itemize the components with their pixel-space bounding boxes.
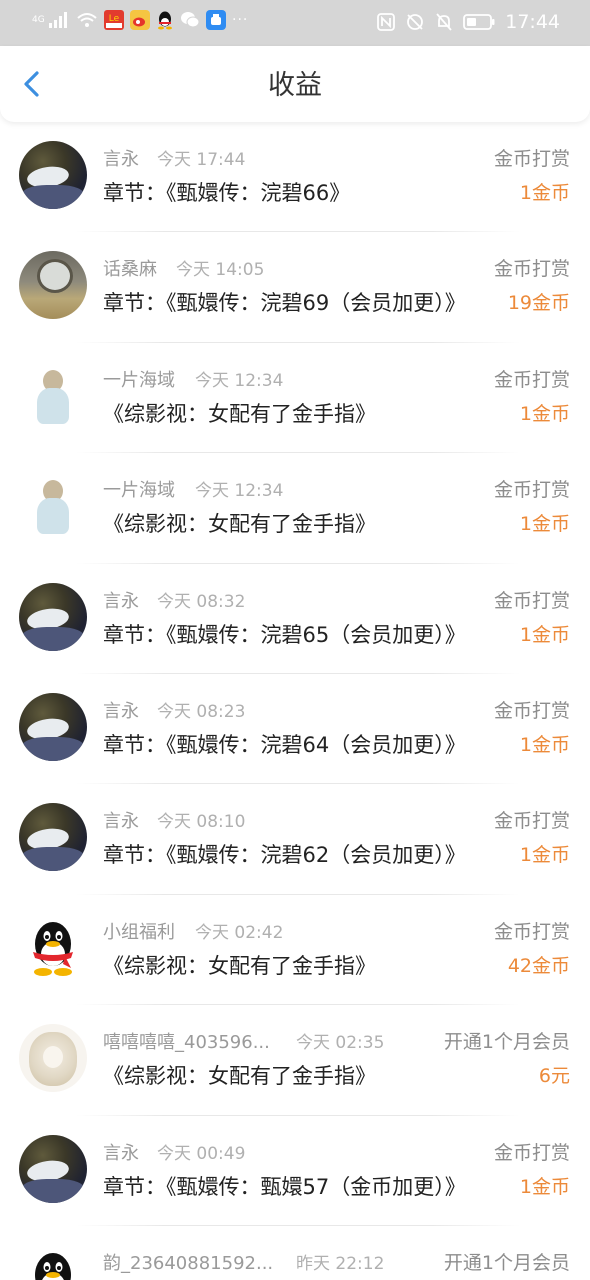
qq-status-icon xyxy=(158,11,172,30)
record-type: 金币打赏 xyxy=(493,479,570,502)
sender-name: 言永 xyxy=(103,1142,139,1164)
record-type: 金币打赏 xyxy=(493,258,570,281)
record-description: 章节：《甄嬛传：浣碧66》 xyxy=(103,181,351,205)
record-amount: 1金币 xyxy=(519,844,570,867)
app-blue-icon xyxy=(206,10,226,30)
record-type: 金币打赏 xyxy=(493,1141,570,1164)
avatar-cat[interactable] xyxy=(19,582,87,651)
sender-name: 言永 xyxy=(103,590,139,612)
record-amount: 42金币 xyxy=(507,954,570,977)
record-description: 《综影视：女配有了金手指》 xyxy=(103,953,376,978)
avatar-sketch[interactable] xyxy=(19,1024,87,1093)
record-time: 今天 02:35 xyxy=(296,1033,385,1054)
record-amount: 1金币 xyxy=(519,402,570,425)
avatar-cat[interactable] xyxy=(19,141,87,209)
sender-name: 嘻嘻嘻嘻_403596... xyxy=(103,1032,270,1054)
status-bar: 4G Le ··· 17:44 xyxy=(0,0,590,46)
sender-name: 言永 xyxy=(103,811,139,833)
wifi-icon xyxy=(77,13,97,27)
avatar-cat[interactable] xyxy=(19,692,87,761)
avatar-cat[interactable] xyxy=(19,803,87,872)
record-time: 今天 08:10 xyxy=(157,812,246,833)
avatar-girl[interactable] xyxy=(19,472,87,541)
income-record-row[interactable]: 一片海域 今天 12:34 金币打赏《综影视：女配有了金手指》 1金币 xyxy=(0,453,590,564)
sender-name: 言永 xyxy=(103,149,139,170)
status-bar-right: 17:44 xyxy=(377,10,560,34)
record-description: 章节：《甄嬛传：甄嬛57（金币加更）》 xyxy=(103,1174,466,1199)
record-description: 章节：《甄嬛传：浣碧69（会员加更）》 xyxy=(103,291,466,316)
record-type: 金币打赏 xyxy=(493,589,570,612)
income-record-row[interactable]: 话桑麻 今天 14:05 金币打赏章节：《甄嬛传：浣碧69（会员加更）》 19金币 xyxy=(0,232,590,344)
record-time: 今天 12:34 xyxy=(195,481,284,502)
income-record-row[interactable]: 小组福利 今天 02:42 金币打赏《综影视：女配有了金手指》 42金币 xyxy=(0,894,590,1006)
sender-name: 一片海域 xyxy=(103,369,175,391)
record-type: 金币打赏 xyxy=(493,148,570,170)
avatar-room[interactable] xyxy=(19,251,87,320)
record-type: 金币打赏 xyxy=(493,810,570,833)
record-amount: 19金币 xyxy=(507,292,570,315)
income-record-row[interactable]: 言永 今天 08:32 金币打赏章节：《甄嬛传：浣碧65（会员加更）》 1金币 xyxy=(0,563,590,675)
page-header: 收益 xyxy=(0,46,590,122)
record-time: 今天 08:23 xyxy=(157,701,246,722)
sender-name: 小组福利 xyxy=(103,921,175,943)
record-description: 章节：《甄嬛传：浣碧62（会员加更）》 xyxy=(103,843,466,868)
sender-name: 一片海域 xyxy=(103,480,175,502)
record-description: 《综影视：女配有了金手指》 xyxy=(103,401,376,426)
record-type: 金币打赏 xyxy=(493,368,570,391)
avatar-qq-penguin[interactable] xyxy=(19,1244,87,1280)
sender-name: 话桑麻 xyxy=(103,259,157,281)
record-amount: 1金币 xyxy=(519,623,570,646)
record-time: 今天 14:05 xyxy=(176,260,265,281)
network-type-label: 4G xyxy=(32,14,45,25)
battery-icon xyxy=(463,14,495,30)
more-notifications-icon: ··· xyxy=(232,12,249,28)
record-description: 《综影视：女配有了金手指》 xyxy=(103,512,376,537)
income-record-row[interactable]: 言永 今天 08:10 金币打赏章节：《甄嬛传：浣碧62（会员加更）》 1金币 xyxy=(0,784,590,896)
sender-name: 韵_23640881592... xyxy=(103,1252,274,1274)
record-amount: 1金币 xyxy=(519,182,570,204)
nfc-icon xyxy=(377,13,396,31)
income-record-row[interactable]: 一片海域 今天 12:34 金币打赏《综影视：女配有了金手指》 1金币 xyxy=(0,342,590,454)
record-type: 金币打赏 xyxy=(493,699,570,722)
income-record-row[interactable]: 韵_23640881592... 昨天 22:12 开通1个月会员 xyxy=(0,1225,590,1280)
mute-icon xyxy=(436,13,452,31)
svg-text:Le: Le xyxy=(109,14,120,24)
page-title: 收益 xyxy=(268,70,322,101)
record-time: 今天 08:32 xyxy=(157,591,246,612)
record-amount: 1金币 xyxy=(519,733,570,756)
record-time: 今天 17:44 xyxy=(157,150,246,170)
income-record-row[interactable]: 言永 今天 08:23 金币打赏章节：《甄嬛传：浣碧64（会员加更）》 1金币 xyxy=(0,673,590,785)
income-record-row[interactable]: 言永 今天 17:44 金币打赏章节：《甄嬛传：浣碧66》 1金币 xyxy=(0,122,590,233)
signal-icon xyxy=(49,12,67,28)
income-list: 言永 今天 17:44 金币打赏 章节：《甄嬛传：浣碧66》 1金币 话桑麻 今天 14:0… xyxy=(0,122,590,1280)
wechat-icon xyxy=(181,12,200,28)
avatar-qq-penguin[interactable] xyxy=(19,913,87,982)
vibrate-icon xyxy=(407,14,424,30)
weibo-icon xyxy=(130,10,150,30)
record-type: 金币打赏 xyxy=(493,920,570,943)
record-time: 今天 00:49 xyxy=(157,1143,246,1164)
record-type: 开通1个月会员 xyxy=(443,1251,570,1274)
income-record-row[interactable]: 嘻嘻嘻嘻_403596... 今天 02:35 开通1个月会员《综影视：女配有了金手… xyxy=(0,1005,590,1116)
record-description: 《综影视：女配有了金手指》 xyxy=(103,1064,376,1089)
record-description: 章节：《甄嬛传：浣碧64（会员加更）》 xyxy=(103,732,466,757)
avatar-girl[interactable] xyxy=(19,361,87,430)
avatar-cat[interactable] xyxy=(19,1134,87,1203)
record-type: 开通1个月会员 xyxy=(443,1031,570,1054)
app-le-icon: Le xyxy=(104,10,124,30)
income-record-row[interactable]: 言永 今天 00:49 金币打赏章节：《甄嬛传：甄嬛57（金币加更）》 1金币 xyxy=(0,1115,590,1227)
sender-name: 言永 xyxy=(103,700,139,722)
record-amount: 6元 xyxy=(538,1065,570,1088)
record-amount: 1金币 xyxy=(519,513,570,536)
record-description: 章节：《甄嬛传：浣碧65（会员加更）》 xyxy=(103,622,466,647)
status-time: 17:44 xyxy=(505,11,560,33)
status-bar-left: 4G Le ··· xyxy=(32,10,248,30)
record-time: 今天 12:34 xyxy=(195,370,284,391)
record-time: 今天 02:42 xyxy=(195,922,284,943)
record-time: 昨天 22:12 xyxy=(296,1253,385,1274)
record-amount: 1金币 xyxy=(519,1175,570,1198)
app-screen: 4G Le ··· 17:44 收益 言永 今天 17:44 金币打赏 章节：《… xyxy=(0,0,590,1280)
